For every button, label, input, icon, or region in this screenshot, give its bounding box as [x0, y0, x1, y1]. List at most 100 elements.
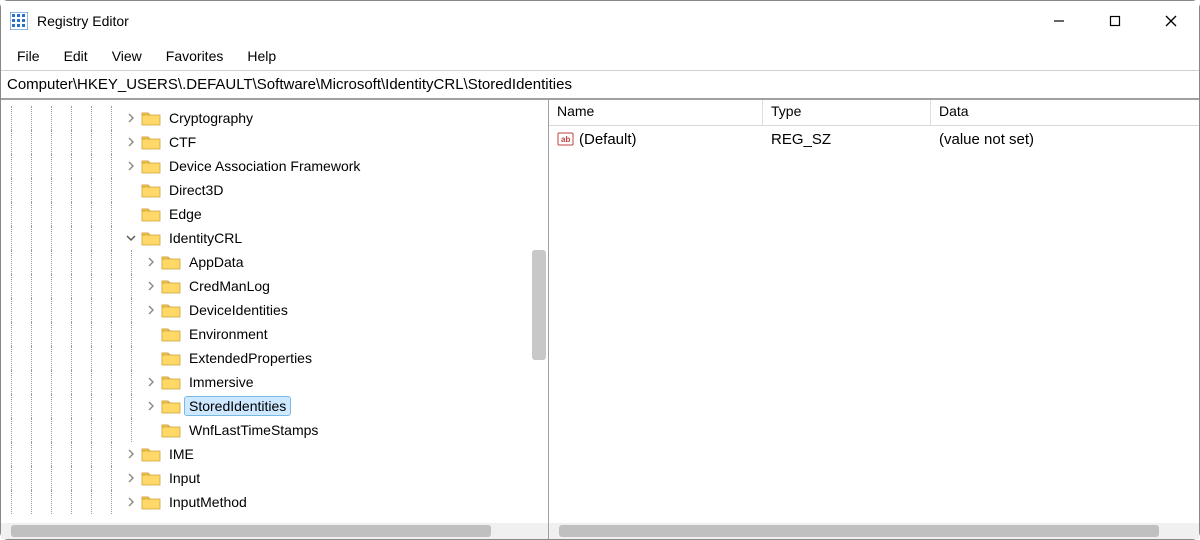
folder-icon	[161, 373, 181, 391]
menu-favorites[interactable]: Favorites	[154, 44, 236, 68]
chevron-right-icon[interactable]	[141, 377, 161, 387]
column-header-name[interactable]: Name	[549, 100, 763, 125]
menu-view[interactable]: View	[100, 44, 154, 68]
folder-icon	[161, 325, 181, 343]
tree-vertical-scrollbar[interactable]	[532, 250, 546, 360]
folder-icon	[141, 133, 161, 151]
tree-node[interactable]: DeviceIdentities	[1, 298, 548, 322]
tree-node-label[interactable]: IME	[165, 445, 198, 463]
minimize-button[interactable]	[1031, 1, 1087, 41]
tree-node-label[interactable]: Input	[165, 469, 204, 487]
value-row[interactable]: ab (Default) REG_SZ (value not set)	[549, 126, 1199, 152]
regedit-app-icon	[9, 11, 29, 31]
tree-node[interactable]: Direct3D	[1, 178, 548, 202]
menu-help[interactable]: Help	[235, 44, 288, 68]
chevron-right-icon[interactable]	[121, 113, 141, 123]
chevron-right-icon[interactable]	[121, 473, 141, 483]
folder-icon	[141, 205, 161, 223]
string-value-icon: ab	[557, 130, 575, 148]
tree-node[interactable]: InputMethod	[1, 490, 548, 514]
chevron-right-icon[interactable]	[141, 257, 161, 267]
tree-node-label[interactable]: Device Association Framework	[165, 157, 364, 175]
tree-node-label[interactable]: ExtendedProperties	[185, 349, 316, 367]
tree-node-label[interactable]: InputMethod	[165, 493, 251, 511]
tree-node-label[interactable]: AppData	[185, 253, 247, 271]
tree-node[interactable]: Edge	[1, 202, 548, 226]
column-header-data[interactable]: Data	[931, 100, 1199, 125]
tree-node[interactable]: Environment	[1, 322, 548, 346]
chevron-right-icon[interactable]	[121, 497, 141, 507]
address-path: Computer\HKEY_USERS\.DEFAULT\Software\Mi…	[7, 76, 572, 93]
close-button[interactable]	[1143, 1, 1199, 41]
tree-node[interactable]: IdentityCRL	[1, 226, 548, 250]
main-split: Cryptography CTF Device Association Framew…	[1, 99, 1199, 539]
address-bar[interactable]: Computer\HKEY_USERS\.DEFAULT\Software\Mi…	[1, 71, 1199, 99]
chevron-right-icon[interactable]	[121, 137, 141, 147]
folder-icon	[161, 301, 181, 319]
values-header: Name Type Data	[549, 100, 1199, 126]
folder-icon	[141, 181, 161, 199]
tree-node-label[interactable]: WnfLastTimeStamps	[185, 421, 322, 439]
window-controls	[1031, 1, 1199, 41]
tree-node[interactable]: IME	[1, 442, 548, 466]
folder-icon	[141, 229, 161, 247]
menubar: File Edit View Favorites Help	[1, 41, 1199, 71]
tree-node-label[interactable]: IdentityCRL	[165, 229, 246, 247]
tree-horizontal-scrollbar-thumb[interactable]	[11, 525, 491, 537]
titlebar: Registry Editor	[1, 1, 1199, 41]
tree-horizontal-scrollbar[interactable]	[1, 523, 548, 539]
tree-node-label[interactable]: Environment	[185, 325, 272, 343]
folder-icon	[141, 469, 161, 487]
column-header-type[interactable]: Type	[763, 100, 931, 125]
values-body: ab (Default) REG_SZ (value not set)	[549, 126, 1199, 523]
tree-node[interactable]: Cryptography	[1, 106, 548, 130]
folder-icon	[141, 445, 161, 463]
chevron-right-icon[interactable]	[121, 161, 141, 171]
value-name: (Default)	[579, 131, 637, 148]
tree-node-label[interactable]: DeviceIdentities	[185, 301, 292, 319]
tree-node[interactable]: AppData	[1, 250, 548, 274]
tree-node-label[interactable]: Direct3D	[165, 181, 227, 199]
tree-node-label[interactable]: CredManLog	[185, 277, 274, 295]
chevron-right-icon[interactable]	[141, 401, 161, 411]
tree-node[interactable]: Input	[1, 466, 548, 490]
folder-icon	[161, 349, 181, 367]
tree-node[interactable]: Immersive	[1, 370, 548, 394]
values-pane: Name Type Data ab (Default) REG_SZ (valu…	[549, 100, 1199, 539]
tree-node[interactable]: Device Association Framework	[1, 154, 548, 178]
folder-icon	[141, 109, 161, 127]
folder-icon	[141, 493, 161, 511]
tree-node-label[interactable]: Cryptography	[165, 109, 257, 127]
folder-icon	[161, 421, 181, 439]
folder-icon	[161, 277, 181, 295]
menu-file[interactable]: File	[5, 44, 52, 68]
tree-node[interactable]: WnfLastTimeStamps	[1, 418, 548, 442]
folder-icon	[161, 253, 181, 271]
window-title: Registry Editor	[37, 13, 1031, 29]
tree-pane: Cryptography CTF Device Association Framew…	[1, 100, 549, 539]
tree-node[interactable]: ExtendedProperties	[1, 346, 548, 370]
tree-node[interactable]: CredManLog	[1, 274, 548, 298]
chevron-right-icon[interactable]	[141, 305, 161, 315]
tree-scroll-area[interactable]: Cryptography CTF Device Association Framew…	[1, 100, 548, 523]
value-name-cell: ab (Default)	[549, 130, 763, 148]
value-data: (value not set)	[931, 131, 1199, 148]
tree-node-label[interactable]: CTF	[165, 133, 200, 151]
tree-node-label[interactable]: Immersive	[185, 373, 258, 391]
svg-text:ab: ab	[561, 135, 570, 144]
maximize-button[interactable]	[1087, 1, 1143, 41]
tree-node[interactable]: StoredIdentities	[1, 394, 548, 418]
chevron-right-icon[interactable]	[121, 449, 141, 459]
values-horizontal-scrollbar[interactable]	[549, 523, 1199, 539]
registry-tree: Cryptography CTF Device Association Framew…	[1, 100, 548, 520]
values-horizontal-scrollbar-thumb[interactable]	[559, 525, 1159, 537]
folder-icon	[141, 157, 161, 175]
chevron-right-icon[interactable]	[141, 281, 161, 291]
tree-node-label[interactable]: StoredIdentities	[185, 397, 290, 415]
value-type: REG_SZ	[763, 131, 931, 148]
folder-icon	[161, 397, 181, 415]
chevron-down-icon[interactable]	[121, 233, 141, 243]
tree-node[interactable]: CTF	[1, 130, 548, 154]
menu-edit[interactable]: Edit	[52, 44, 100, 68]
tree-node-label[interactable]: Edge	[165, 205, 206, 223]
